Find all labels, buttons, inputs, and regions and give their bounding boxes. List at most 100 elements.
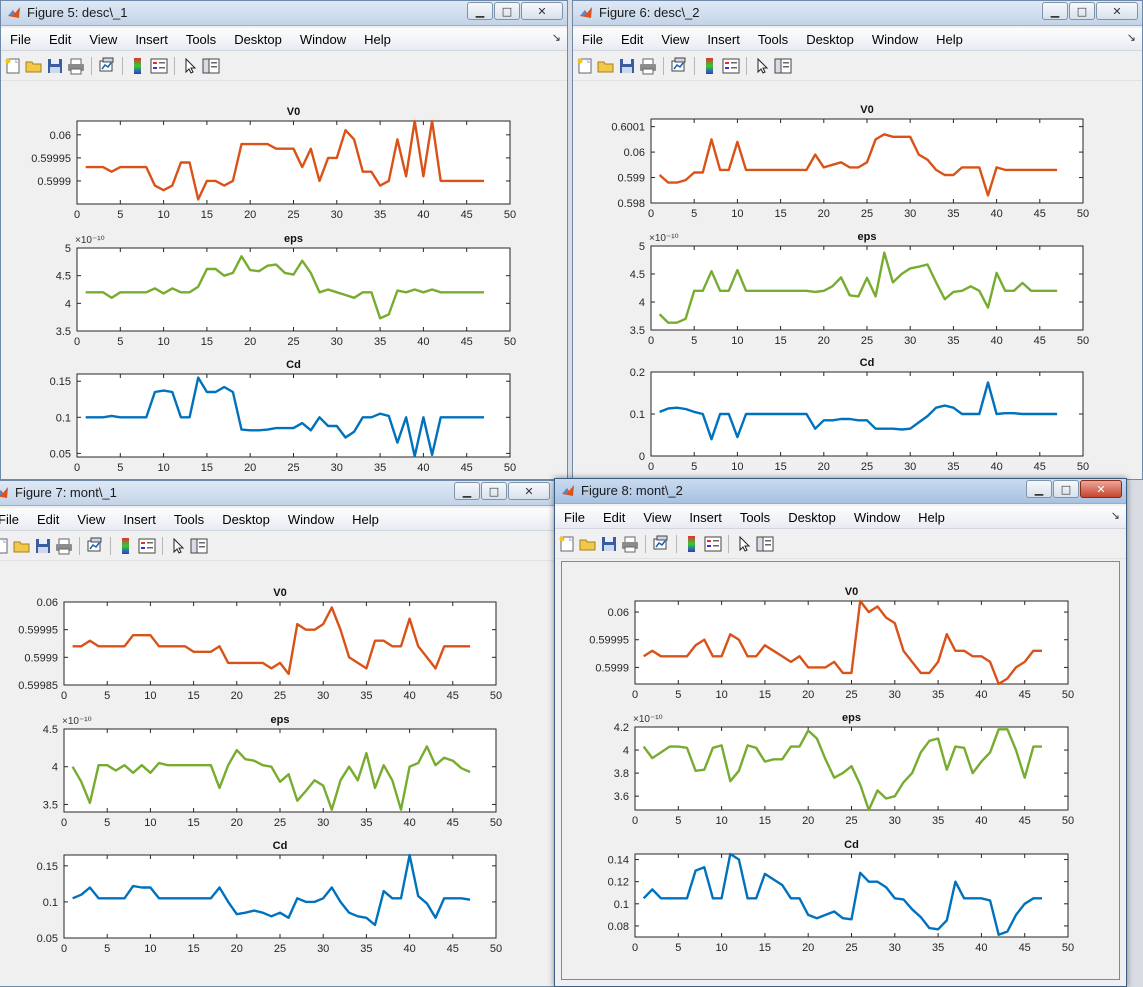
x-tick-label: 50: [490, 943, 502, 955]
x-tick-label: 40: [990, 208, 1002, 220]
x-tick-label: 45: [1019, 815, 1031, 827]
x-tick-label: 30: [331, 209, 343, 221]
x-tick-label: 30: [889, 815, 901, 827]
axes-eps[interactable]: eps ×10⁻¹⁰ 0 5 10 15 20 25 30 35 40 45 50 3.5 4 4.5 5: [56, 233, 516, 348]
menu-insert[interactable]: Insert: [680, 510, 731, 525]
axes-cd[interactable]: Cd 0 5 10 15 20 25 30 35 40 45 50 0 0.1 0.2: [630, 357, 1089, 473]
figure-window-mont-2[interactable]: Figure 8: mont\_2 ▁ □ ✕ File Edit View I…: [554, 478, 1127, 987]
y-tick-label: 0.05: [37, 933, 58, 945]
x-tick-label: 45: [461, 462, 473, 474]
axes-cd[interactable]: Cd 0 5 10 15 20 25 30 35 40 45 50 0.05 0.1 0.15: [37, 840, 503, 955]
axes-v0[interactable]: V0 0 5 10 15 20 25 30 35 40 45 50 0.59985 0.5999 0.599…: [18, 587, 502, 702]
x-tick-label: 50: [490, 817, 502, 829]
axes-v0[interactable]: V0 0 5 10 15 20 25 30 35 40 45 50 0.598 0.599 0.06 0.60…: [611, 104, 1089, 220]
y-tick-label: 3.5: [43, 799, 58, 811]
print-icon[interactable]: [621, 535, 639, 553]
menu-desktop[interactable]: Desktop: [779, 510, 845, 525]
y-tick-label: 0.598: [617, 198, 645, 210]
pointer-icon[interactable]: [735, 535, 753, 553]
x-tick-label: 10: [157, 209, 169, 221]
x-tick-label: 30: [317, 943, 329, 955]
legend-icon[interactable]: [704, 535, 722, 553]
x-tick-label: 50: [1077, 335, 1089, 347]
y-tick-label: 0.15: [50, 376, 71, 388]
y-tick-label: 0.59985: [18, 680, 58, 692]
x-tick-label: 35: [360, 690, 372, 702]
y-tick-label: 3.5: [56, 326, 71, 338]
x-tick-label: 30: [317, 690, 329, 702]
x-tick-label: 45: [1019, 942, 1031, 954]
y-tick-label: 0.06: [624, 147, 645, 159]
x-tick-label: 45: [461, 336, 473, 348]
x-tick-label: 0: [648, 335, 654, 347]
axes-plot-svg: 0 5 10 15 20 25 30 35 40 45 50 0.05 0.1 0.15: [50, 373, 516, 474]
x-tick-label: 30: [331, 462, 343, 474]
menu-help[interactable]: Help: [909, 510, 954, 525]
figure-window-desc-2[interactable]: Figure 6: desc\_2 ▁ □ ✕ File Edit View I…: [572, 0, 1143, 480]
figure-window-desc-1[interactable]: Figure 5: desc\_1 ▁ □ ✕ File Edit View I…: [0, 0, 568, 480]
x-tick-label: 25: [861, 461, 873, 473]
axes-eps[interactable]: eps ×10⁻¹⁰ 0 5 10 15 20 25 30 35 40 45 50 3.5 4 4.5: [43, 714, 502, 829]
close-icon[interactable]: ✕: [1080, 480, 1122, 498]
dock-arrow-icon[interactable]: ↘: [1111, 509, 1120, 522]
axes-eps[interactable]: eps ×10⁻¹⁰ 0 5 10 15 20 25 30 35 40 45 50 3.6 3.8 4 4.2: [614, 712, 1074, 827]
axes-title: V0: [844, 586, 859, 598]
y-tick-label: 3.5: [630, 325, 645, 337]
axes-title: V0: [860, 104, 874, 116]
x-tick-label: 10: [715, 942, 727, 954]
link-plot-icon[interactable]: [652, 535, 670, 553]
x-tick-label: 0: [632, 815, 638, 827]
axes-eps[interactable]: eps ×10⁻¹⁰ 0 5 10 15 20 25 30 35 40 45 50 3.5 4 4.5 5: [630, 231, 1089, 347]
axes-box: [634, 853, 1069, 938]
x-tick-label: 30: [904, 208, 916, 220]
x-tick-label: 30: [889, 942, 901, 954]
axes-cd[interactable]: Cd 0 5 10 15 20 25 30 35 40 45 50 0.05 0.1 0.15: [50, 359, 517, 474]
x-tick-label: 20: [244, 336, 256, 348]
x-tick-label: 5: [104, 943, 110, 955]
y-tick-label: 4: [65, 298, 71, 310]
title-bar[interactable]: Figure 8: mont\_2 ▁ □ ✕: [555, 479, 1126, 504]
x-tick-label: 40: [417, 336, 429, 348]
y-tick-label: 0.05: [50, 448, 71, 460]
x-tick-label: 15: [201, 336, 213, 348]
menu-window[interactable]: Window: [845, 510, 909, 525]
x-tick-label: 15: [759, 689, 771, 701]
x-tick-label: 0: [74, 462, 80, 474]
x-tick-label: 25: [845, 815, 857, 827]
axes-title: V0: [273, 587, 287, 599]
y-tick-label: 0.06: [50, 130, 71, 142]
y-tick-label: 0.5999: [24, 652, 58, 664]
open-file-icon[interactable]: [579, 535, 597, 553]
y-tick-label: 0.12: [608, 877, 629, 889]
new-figure-icon[interactable]: [558, 535, 576, 553]
x-tick-label: 20: [231, 817, 243, 829]
plot-tools-icon[interactable]: [756, 535, 774, 553]
save-icon[interactable]: [600, 535, 618, 553]
y-tick-label: 0.59995: [589, 635, 629, 647]
menu-edit[interactable]: Edit: [594, 510, 634, 525]
axes-v0[interactable]: V0 0 5 10 15 20 25 30 35 40 45 50 0.5999 0.59995 0.06: [589, 586, 1074, 701]
axes-plot-svg: 0 5 10 15 20 25 30 35 40 45 50 0.05 0.1 0.15: [37, 853, 502, 955]
figure-toolbar: [555, 530, 1126, 559]
x-tick-label: 15: [774, 461, 786, 473]
x-tick-label: 40: [417, 209, 429, 221]
x-tick-label: 25: [845, 942, 857, 954]
x-tick-label: 45: [447, 817, 459, 829]
x-tick-label: 25: [274, 817, 286, 829]
y-tick-label: 0.1: [630, 409, 645, 421]
axes-v0[interactable]: V0 0 5 10 15 20 25 30 35 40 45 50 0.5999 0.59995 0.06: [31, 106, 516, 221]
x-tick-label: 10: [144, 817, 156, 829]
menu-tools[interactable]: Tools: [731, 510, 779, 525]
x-tick-label: 50: [1062, 815, 1074, 827]
maximize-icon[interactable]: □: [1053, 480, 1079, 498]
colorbar-icon[interactable]: [683, 535, 701, 553]
menu-file[interactable]: File: [555, 510, 594, 525]
figure-window-mont-1[interactable]: Figure 7: mont\_1 ▁ □ ✕ File Edit View I…: [0, 480, 555, 987]
minimize-icon[interactable]: ▁: [1026, 480, 1052, 498]
menu-view[interactable]: View: [634, 510, 680, 525]
x-tick-label: 0: [74, 209, 80, 221]
y-tick-label: 0.06: [37, 597, 58, 609]
x-tick-label: 50: [1077, 461, 1089, 473]
x-tick-label: 45: [1034, 208, 1046, 220]
axes-cd[interactable]: Cd 0 5 10 15 20 25 30 35 40 45 50 0.08 0.1 0.12 0.14: [608, 839, 1075, 954]
